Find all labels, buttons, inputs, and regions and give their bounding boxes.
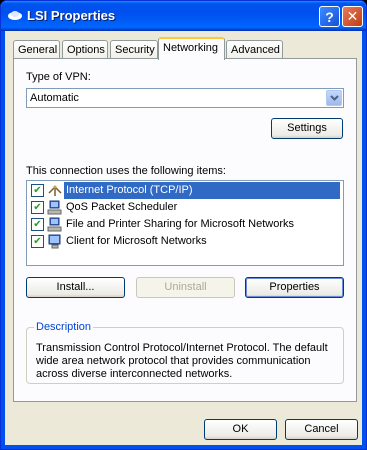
properties-button-label: Properties <box>269 281 320 293</box>
checkbox[interactable]: ✔ <box>31 218 44 231</box>
install-button-label: Install... <box>56 281 95 293</box>
tab-security[interactable]: Security <box>110 40 158 59</box>
cancel-button[interactable]: Cancel <box>285 419 358 440</box>
tab-label: Networking <box>163 42 219 54</box>
properties-dialog: LSI Properties ? ✕ General Options Secur… <box>0 0 367 450</box>
list-item-label: QoS Packet Scheduler <box>66 201 178 213</box>
items-list[interactable]: ✔ Internet Protocol (TCP/IP) ✔ QoS Packe… <box>26 180 344 266</box>
description-legend: Description <box>34 321 94 333</box>
client-icon <box>48 234 61 249</box>
tab-label: Advanced <box>231 44 280 56</box>
list-item-label: Client for Microsoft Networks <box>66 235 207 247</box>
checkbox[interactable]: ✔ <box>31 235 44 248</box>
tab-label: General <box>18 44 58 56</box>
items-label: This connection uses the following items… <box>26 165 226 177</box>
uninstall-button[interactable]: Uninstall <box>136 277 235 298</box>
title-bar[interactable]: LSI Properties ? ✕ <box>1 1 366 31</box>
vpn-type-value: Automatic <box>30 92 79 104</box>
ok-button-label: OK <box>232 423 249 435</box>
network-connection-icon <box>8 11 22 20</box>
chevron-down-icon[interactable] <box>326 90 342 106</box>
window-border-bottom <box>1 445 366 449</box>
checkbox[interactable]: ✔ <box>31 201 44 214</box>
help-icon: ? <box>325 8 334 25</box>
list-item[interactable]: ✔ Client for Microsoft Networks <box>28 233 342 250</box>
window-border-right <box>362 31 366 449</box>
install-button[interactable]: Install... <box>26 277 125 298</box>
tab-label: Options <box>67 44 105 56</box>
window-title: LSI Properties <box>27 8 116 23</box>
vpn-type-select[interactable]: Automatic <box>26 88 344 108</box>
description-group: Description Transmission Control Protoco… <box>26 321 344 384</box>
service-icon <box>47 200 62 215</box>
window-border-left <box>1 31 5 449</box>
properties-button[interactable]: Properties <box>245 277 344 298</box>
close-icon: ✕ <box>346 8 359 24</box>
uninstall-button-label: Uninstall <box>164 281 207 293</box>
list-item-label: Internet Protocol (TCP/IP) <box>64 182 340 199</box>
cancel-button-label: Cancel <box>304 423 339 435</box>
list-item[interactable]: ✔ QoS Packet Scheduler <box>28 199 342 216</box>
tab-label: Security <box>115 44 155 56</box>
description-text: Transmission Control Protocol/Internet P… <box>36 342 328 380</box>
settings-button-label: Settings <box>287 122 327 134</box>
tab-general[interactable]: General <box>13 40 60 59</box>
list-item[interactable]: ✔ File and Printer Sharing for Microsoft… <box>28 216 342 233</box>
close-button[interactable]: ✕ <box>342 6 363 27</box>
tab-advanced[interactable]: Advanced <box>226 40 283 59</box>
tab-networking[interactable]: Networking <box>158 37 225 60</box>
protocol-icon <box>48 185 62 196</box>
help-button[interactable]: ? <box>319 6 340 27</box>
checkbox[interactable]: ✔ <box>31 184 44 197</box>
networking-panel: Type of VPN: Automatic Settings This con… <box>13 58 357 402</box>
list-item-label: File and Printer Sharing for Microsoft N… <box>66 218 295 230</box>
list-item[interactable]: ✔ Internet Protocol (TCP/IP) <box>28 182 342 199</box>
settings-button[interactable]: Settings <box>271 118 343 139</box>
tab-options[interactable]: Options <box>62 40 108 59</box>
ok-button[interactable]: OK <box>204 419 277 440</box>
service-icon <box>47 217 62 232</box>
vpn-type-label: Type of VPN: <box>26 71 91 83</box>
